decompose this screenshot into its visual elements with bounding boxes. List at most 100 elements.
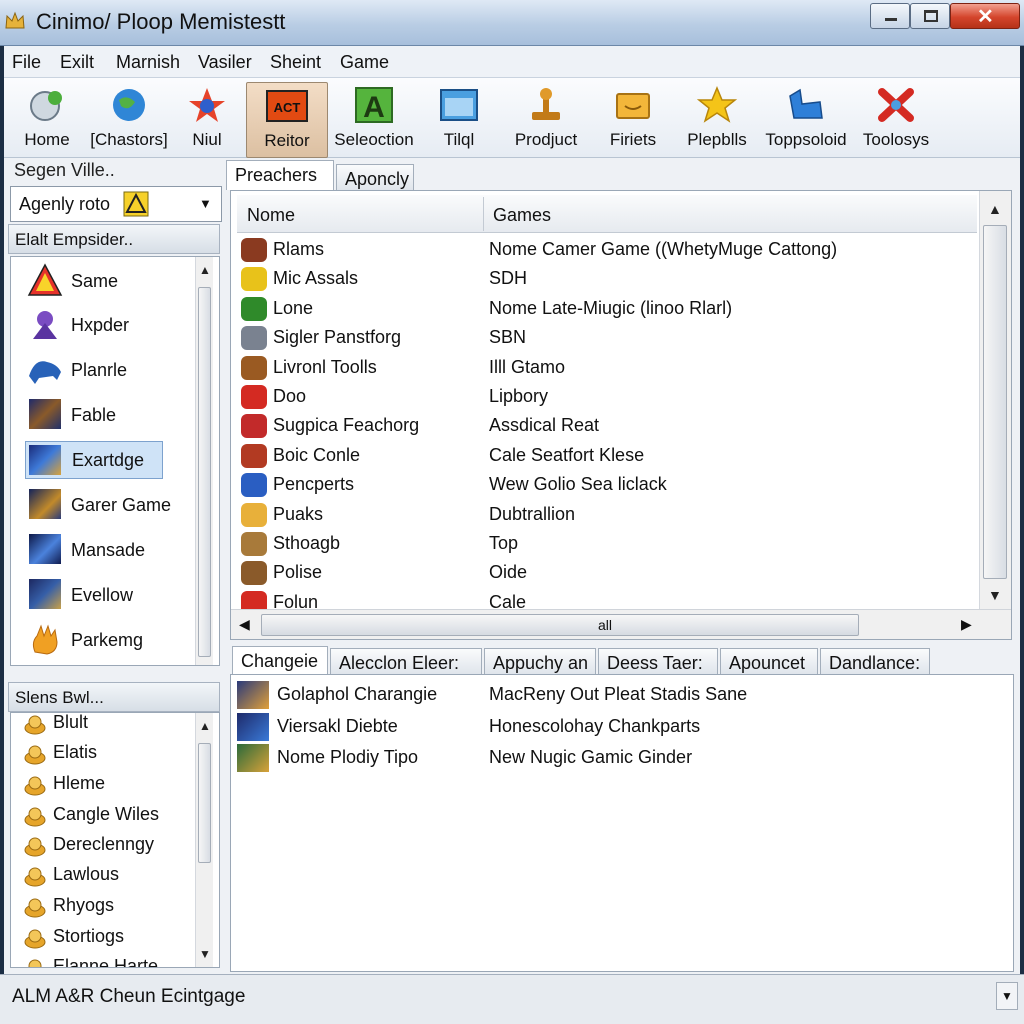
agency-dropdown[interactable]: Agenly roto ▼ bbox=[10, 186, 222, 222]
menu-bar: File Exilt Marnish Vasiler Sheint Game bbox=[4, 46, 1020, 78]
table-row[interactable]: Doo Lipbory bbox=[237, 382, 977, 411]
table-row[interactable]: Mic Assals SDH bbox=[237, 264, 977, 293]
list-item[interactable]: Elanne Harte bbox=[23, 953, 183, 967]
column-header-games[interactable]: Games bbox=[493, 205, 551, 226]
table-row[interactable]: Livronl Toolls Illl Gtamo bbox=[237, 353, 977, 382]
scroll-left-icon[interactable]: ◀ bbox=[239, 616, 250, 633]
tab-bottom-4[interactable]: Apouncet bbox=[720, 648, 818, 676]
secondary-list-scrollbar[interactable]: ▲ ▼ bbox=[195, 713, 213, 967]
column-header-name[interactable]: Nome bbox=[247, 205, 295, 226]
maximize-button[interactable] bbox=[910, 3, 950, 29]
table-row[interactable]: Polise Oide bbox=[237, 558, 977, 587]
toolbar-home-button[interactable]: Home bbox=[18, 82, 76, 156]
scroll-up-icon[interactable]: ▲ bbox=[199, 263, 211, 277]
list-item[interactable]: Mansade bbox=[27, 532, 187, 568]
list-item[interactable]: Garer Game bbox=[27, 487, 203, 523]
act-icon: ACT bbox=[266, 90, 308, 122]
tab-bottom-1[interactable]: Alecclon Eleer: bbox=[330, 648, 482, 676]
tab-label: Dandlance: bbox=[829, 653, 921, 673]
scroll-up-icon[interactable]: ▲ bbox=[199, 719, 211, 733]
column-divider[interactable] bbox=[483, 197, 484, 231]
scroll-down-icon[interactable]: ▼ bbox=[988, 587, 1002, 603]
puzzle-star-icon bbox=[189, 88, 225, 122]
row-icon bbox=[241, 385, 267, 409]
table-row[interactable]: Lone Nome Late-Miugic (linoo Rlarl) bbox=[237, 294, 977, 323]
scroll-right-icon[interactable]: ▶ bbox=[961, 616, 972, 633]
list-item[interactable]: Lawlous bbox=[23, 861, 183, 891]
list-item[interactable]: Fable bbox=[27, 397, 187, 433]
hscroll-thumb[interactable]: all bbox=[261, 614, 859, 636]
toolbar: Home [Chastors] Niul ACT Reitor A Seleoc… bbox=[4, 78, 1020, 158]
cell-name: Rlams bbox=[273, 239, 325, 259]
list-item[interactable]: Rhyogs bbox=[23, 892, 183, 922]
list-item[interactable]: Blult bbox=[23, 713, 183, 739]
tab-bottom-3[interactable]: Deess Taer: bbox=[598, 648, 718, 676]
scroll-thumb[interactable] bbox=[198, 287, 211, 657]
table-row[interactable]: Pencperts Wew Golio Sea liclack bbox=[237, 470, 977, 499]
menu-marnish[interactable]: Marnish bbox=[116, 52, 180, 73]
toolbar-prodjuct-button[interactable]: Prodjuct bbox=[508, 82, 584, 156]
list-item[interactable]: Evellow bbox=[27, 577, 187, 613]
list-item[interactable]: Hxpder bbox=[27, 307, 187, 343]
section-title: Elalt Empsider.. bbox=[15, 230, 134, 249]
toolbar-tilql-button[interactable]: Tilql bbox=[434, 82, 484, 156]
tab-preachers[interactable]: Preachers bbox=[226, 160, 334, 190]
toolbar-niul-button[interactable]: Niul bbox=[182, 82, 232, 156]
list-item[interactable]: Same bbox=[27, 263, 187, 299]
minimize-button[interactable] bbox=[870, 3, 910, 29]
toolbar-plepblls-button[interactable]: Plepblls bbox=[684, 82, 750, 156]
list-item[interactable]: Viersakl Diebte Honescolohay Chankparts bbox=[237, 711, 997, 741]
toolbar-toolosys-button[interactable]: Toolosys bbox=[860, 82, 932, 156]
list-item-selected[interactable]: Exartdge bbox=[25, 441, 163, 479]
row-icon bbox=[241, 414, 267, 439]
toolbar-firiets-button[interactable]: Firiets bbox=[604, 82, 662, 156]
list-item[interactable]: Cangle Wiles bbox=[23, 801, 183, 831]
table-row[interactable]: Sigler Panstforg SBN bbox=[237, 323, 977, 352]
list-item-label: Cangle Wiles bbox=[53, 804, 160, 824]
list-item[interactable]: Hleme bbox=[23, 770, 183, 800]
scroll-down-icon[interactable]: ▼ bbox=[199, 947, 211, 961]
menu-game[interactable]: Game bbox=[340, 52, 389, 73]
toolbar-reitor-button[interactable]: ACT Reitor bbox=[246, 82, 328, 158]
menu-vasiler[interactable]: Vasiler bbox=[198, 52, 252, 73]
list-item[interactable]: Nome Plodiy Tipo New Nugic Gamic Ginder bbox=[237, 742, 997, 772]
list-item[interactable]: Stortiogs bbox=[23, 923, 183, 953]
toolbar-toppsoloid-button[interactable]: Toppsoloid bbox=[762, 82, 850, 156]
table-row[interactable]: Puaks Dubtrallion bbox=[237, 500, 977, 529]
status-dropdown-button[interactable]: ▼ bbox=[996, 982, 1018, 1010]
list-item[interactable]: Elatis bbox=[23, 739, 183, 769]
table-row[interactable]: Sthoagb Top bbox=[237, 529, 977, 558]
menu-sheint[interactable]: Sheint bbox=[270, 52, 321, 73]
scroll-thumb[interactable] bbox=[983, 225, 1007, 579]
scroll-up-icon[interactable]: ▲ bbox=[988, 201, 1002, 217]
list-item[interactable]: Planrle bbox=[27, 352, 187, 388]
table-vscrollbar[interactable]: ▲ ▼ bbox=[979, 191, 1011, 611]
toolbar-chastors-button[interactable]: [Chastors] bbox=[88, 82, 170, 156]
list-item[interactable]: Golaphol Charangie MacReny Out Pleat Stad… bbox=[237, 679, 997, 709]
menu-file[interactable]: File bbox=[12, 52, 41, 73]
table-row[interactable]: Boic Conle Cale Seatfort Klese bbox=[237, 441, 977, 470]
list-item[interactable]: Dereclenngy bbox=[23, 831, 183, 861]
cell-name: Viersakl Diebte bbox=[277, 715, 398, 736]
tab-bottom-2[interactable]: Appuchy an bbox=[484, 648, 596, 676]
table-row[interactable]: Sugpica Feachorg Assdical Reat bbox=[237, 411, 977, 440]
list-item[interactable]: Parkemg bbox=[27, 622, 187, 658]
coin-icon bbox=[24, 807, 46, 827]
row-icon bbox=[241, 532, 267, 556]
secondary-list: Blult Elatis Hleme Cangle Wiles Dereclenngy L… bbox=[10, 712, 220, 968]
close-button[interactable]: ✕ bbox=[950, 3, 1020, 29]
games-list-scrollbar[interactable]: ▲ bbox=[195, 257, 213, 665]
scroll-thumb[interactable] bbox=[198, 743, 211, 863]
creature-icon bbox=[33, 311, 57, 339]
table-hscrollbar[interactable]: ◀ all ▶ bbox=[231, 609, 1011, 639]
tab-bottom-0[interactable]: Changeie bbox=[232, 646, 328, 676]
cell-game: SBN bbox=[489, 327, 527, 348]
toolbar-label: Home bbox=[24, 130, 70, 149]
row-icon bbox=[241, 561, 267, 586]
tab-aponcly[interactable]: Aponcly bbox=[336, 164, 414, 192]
tab-bottom-5[interactable]: Dandlance: bbox=[820, 648, 930, 676]
toolbar-seleoction-button[interactable]: A Seleoction bbox=[332, 82, 416, 156]
menu-exit[interactable]: Exilt bbox=[60, 52, 94, 73]
table-row[interactable]: Rlams Nome Camer Game ((WhetyMuge Cattong… bbox=[237, 235, 977, 264]
list-item-label: Lawlous bbox=[53, 864, 120, 884]
